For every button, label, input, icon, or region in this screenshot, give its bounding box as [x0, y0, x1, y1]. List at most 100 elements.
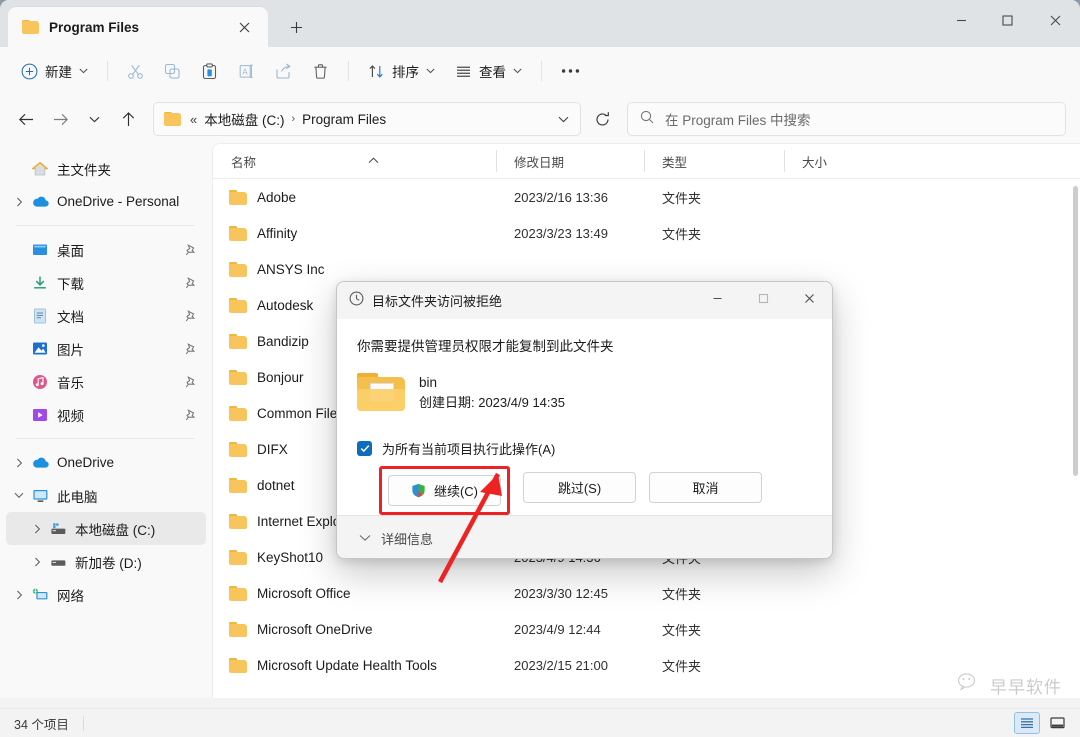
dialog-details-label[interactable]: 详细信息	[381, 529, 433, 548]
folder-icon	[229, 513, 247, 529]
column-header-size[interactable]: 大小	[784, 150, 879, 172]
share-button[interactable]	[266, 55, 301, 87]
dialog-minimize-button[interactable]	[694, 282, 740, 315]
file-name-cell: Microsoft OneDrive	[213, 621, 496, 637]
close-tab-icon[interactable]	[230, 13, 258, 41]
chevron-right-icon[interactable]	[26, 524, 48, 534]
sort-button[interactable]: 排序	[359, 55, 444, 87]
back-button[interactable]	[10, 103, 42, 135]
sidebar-item-onedrive-personal[interactable]: OneDrive - Personal	[6, 185, 206, 218]
item-count: 34 个项目	[14, 717, 69, 732]
table-row[interactable]: Microsoft Update Health Tools 2023/2/15 …	[213, 647, 1080, 683]
breadcrumb-item-folder[interactable]: Program Files	[302, 112, 386, 127]
copy-button[interactable]	[155, 55, 190, 87]
videos-icon	[30, 408, 50, 422]
search-input[interactable]: 在 Program Files 中搜索	[665, 109, 811, 129]
chevron-right-icon[interactable]	[8, 590, 30, 600]
table-row[interactable]: Microsoft Office 2023/3/30 12:45 文件夹	[213, 575, 1080, 611]
sidebar-item-music[interactable]: 音乐	[6, 365, 206, 398]
chevron-right-icon[interactable]	[26, 557, 48, 567]
details-view-button[interactable]	[1014, 712, 1040, 734]
folder-icon	[229, 657, 247, 673]
chevron-down-icon[interactable]	[8, 492, 30, 499]
cut-button[interactable]	[118, 55, 153, 87]
pin-icon[interactable]	[185, 276, 196, 289]
breadcrumb-item-drive[interactable]: 本地磁盘 (C:)	[204, 109, 284, 129]
skip-button[interactable]: 跳过(S)	[523, 472, 636, 503]
up-button[interactable]	[112, 103, 144, 135]
address-dropdown-icon[interactable]	[548, 104, 578, 134]
dialog-maximize-button[interactable]	[740, 282, 786, 315]
cancel-button[interactable]: 取消	[649, 472, 762, 503]
scissors-icon	[127, 63, 144, 80]
table-row[interactable]: Adobe 2023/2/16 13:36 文件夹	[213, 179, 1080, 215]
chevron-right-icon[interactable]	[8, 197, 30, 207]
apply-to-all-checkbox-row[interactable]: 为所有当前项目执行此操作(A)	[357, 439, 812, 458]
chevron-down-icon	[79, 68, 88, 74]
file-name: Bandizip	[257, 333, 309, 349]
new-button-label: 新建	[45, 65, 72, 80]
sidebar-item-label: 音乐	[57, 375, 84, 391]
minimize-button[interactable]	[938, 0, 984, 40]
pin-icon[interactable]	[185, 408, 196, 421]
pin-icon[interactable]	[185, 342, 196, 355]
paste-button[interactable]	[192, 55, 227, 87]
sidebar-item-home[interactable]: 主文件夹	[6, 152, 206, 185]
table-row[interactable]: Microsoft OneDrive 2023/4/9 12:44 文件夹	[213, 611, 1080, 647]
new-tab-button[interactable]	[282, 13, 310, 41]
sidebar-item-network[interactable]: 网络	[6, 578, 206, 611]
pin-icon[interactable]	[185, 375, 196, 388]
apply-to-all-label: 为所有当前项目执行此操作(A)	[382, 442, 556, 457]
continue-button[interactable]: 继续(C)	[388, 475, 501, 506]
maximize-button[interactable]	[984, 0, 1030, 40]
search-box[interactable]: 在 Program Files 中搜索	[627, 102, 1066, 136]
sidebar-item-label: 此电脑	[57, 489, 98, 505]
window-controls	[938, 0, 1080, 40]
more-options-button[interactable]	[552, 55, 589, 87]
vertical-scrollbar[interactable]	[1073, 186, 1078, 476]
file-type-cell: 文件夹	[662, 226, 702, 242]
sidebar-divider-2	[16, 438, 194, 439]
folder-icon	[229, 585, 247, 601]
watermark-text: 早早软件	[990, 678, 1062, 697]
chevron-down-icon[interactable]	[359, 529, 371, 547]
column-headers: 名称 修改日期 类型 大小	[213, 144, 1080, 179]
sidebar-item-downloads[interactable]: 下载	[6, 266, 206, 299]
table-row[interactable]: Affinity 2023/3/23 13:49 文件夹	[213, 215, 1080, 251]
apply-to-all-checkbox[interactable]	[357, 441, 372, 456]
sidebar-item-pictures[interactable]: 图片	[6, 332, 206, 365]
close-window-button[interactable]	[1030, 0, 1080, 40]
sidebar-item-local-disk-c[interactable]: 本地磁盘 (C:)	[6, 512, 206, 545]
breadcrumb-overflow[interactable]: «	[190, 112, 197, 127]
dialog-message: 你需要提供管理员权限才能复制到此文件夹	[357, 339, 614, 354]
tab-program-files[interactable]: Program Files	[8, 7, 268, 47]
column-header-type[interactable]: 类型	[644, 150, 784, 172]
chevron-right-icon[interactable]	[8, 458, 30, 468]
recent-locations-button[interactable]	[78, 103, 110, 135]
new-button[interactable]: 新建	[12, 55, 97, 87]
home-icon	[30, 161, 50, 177]
file-name: Microsoft OneDrive	[257, 621, 373, 637]
view-button[interactable]: 查看	[446, 55, 531, 87]
sidebar-item-new-volume-d[interactable]: 新加卷 (D:)	[6, 545, 206, 578]
share-icon	[275, 63, 292, 80]
large-icons-view-button[interactable]	[1044, 712, 1070, 734]
pin-icon[interactable]	[185, 243, 196, 256]
forward-button[interactable]	[44, 103, 76, 135]
sidebar-item-documents[interactable]: 文档	[6, 299, 206, 332]
folder-icon	[22, 20, 39, 34]
column-header-date[interactable]: 修改日期	[496, 150, 644, 172]
pin-icon[interactable]	[185, 309, 196, 322]
dialog-close-button[interactable]	[786, 282, 832, 315]
column-header-name[interactable]: 名称	[213, 150, 496, 172]
sidebar-item-videos[interactable]: 视频	[6, 398, 206, 431]
file-date-cell: 2023/2/15 21:00	[514, 657, 608, 673]
sidebar-item-desktop[interactable]: 桌面	[6, 233, 206, 266]
sidebar-item-onedrive[interactable]: OneDrive	[6, 446, 206, 479]
rename-button[interactable]: A	[229, 55, 264, 87]
refresh-button[interactable]	[587, 104, 617, 134]
sidebar-item-label: 主文件夹	[57, 162, 111, 178]
delete-button[interactable]	[303, 55, 338, 87]
address-bar[interactable]: « 本地磁盘 (C:) › Program Files	[153, 102, 581, 136]
sidebar-item-this-pc[interactable]: 此电脑	[6, 479, 206, 512]
